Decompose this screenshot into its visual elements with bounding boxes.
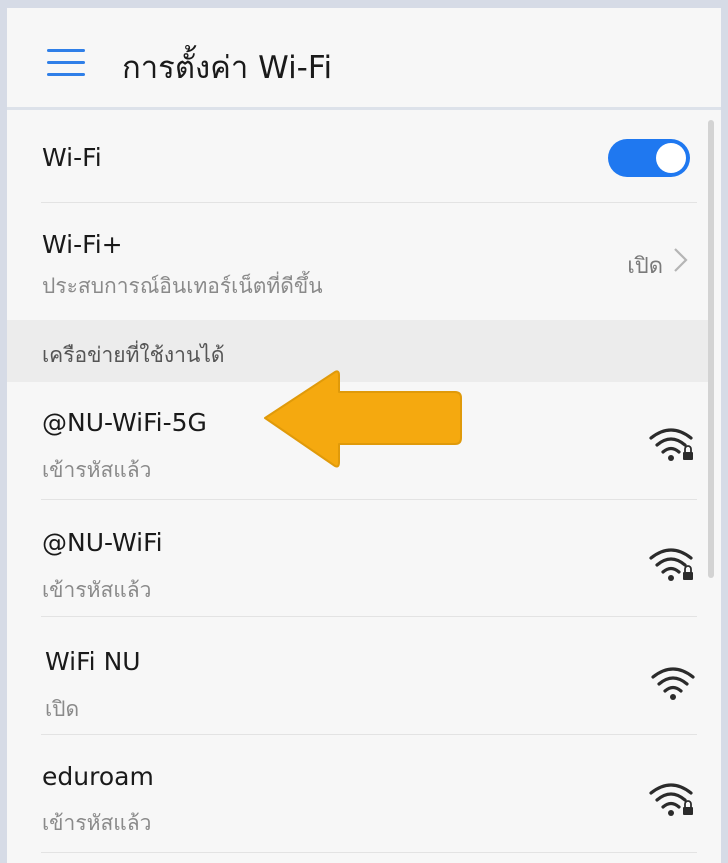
wifi-plus-row[interactable]: Wi-Fi+ ประสบการณ์อินเทอร์เน็ตที่ดีขึ้น เ… [7,203,711,320]
network-item[interactable]: eduroam เข้ารหัสแล้ว [7,735,711,853]
wifi-plus-title: Wi-Fi+ [42,230,123,259]
toggle-knob [656,143,686,173]
network-status: เปิด [45,697,80,721]
wifi-lock-icon [649,783,693,816]
wifi-plus-subtitle: ประสบการณ์อินเทอร์เน็ตที่ดีขึ้น [42,274,323,298]
network-name: @NU-WiFi-5G [42,408,207,437]
wifi-lock-icon [649,548,693,581]
wifi-icon [651,667,695,700]
network-status: เข้ารหัสแล้ว [42,458,152,482]
network-status: เข้ารหัสแล้ว [42,578,152,602]
network-name: @NU-WiFi [42,528,163,557]
scrollbar[interactable] [708,120,714,578]
hamburger-menu-icon[interactable] [47,49,85,77]
page-title: การตั้งค่า Wi-Fi [122,50,333,86]
network-status: เข้ารหัสแล้ว [42,811,152,835]
wifi-lock-icon [649,428,693,461]
wifi-toggle-switch[interactable] [608,139,690,177]
chevron-right-icon [674,248,688,272]
wifi-toggle-row: Wi-Fi [7,110,711,203]
annotation-arrow-icon [264,370,462,468]
network-item[interactable]: @NU-WiFi เข้ารหัสแล้ว [7,500,711,617]
section-label: เครือข่ายที่ใช้งานได้ [42,343,225,367]
network-item[interactable]: WiFi NU เปิด [7,617,711,735]
phone-screen: การตั้งค่า Wi-Fi Wi-Fi Wi-Fi+ ประสบการณ์… [7,8,721,863]
wifi-toggle-label: Wi-Fi [42,143,102,172]
row-divider [41,852,697,853]
wifi-plus-status: เปิด [627,254,663,279]
app-header: การตั้งค่า Wi-Fi [7,8,721,110]
network-name: eduroam [42,762,154,791]
network-name: WiFi NU [45,647,141,676]
